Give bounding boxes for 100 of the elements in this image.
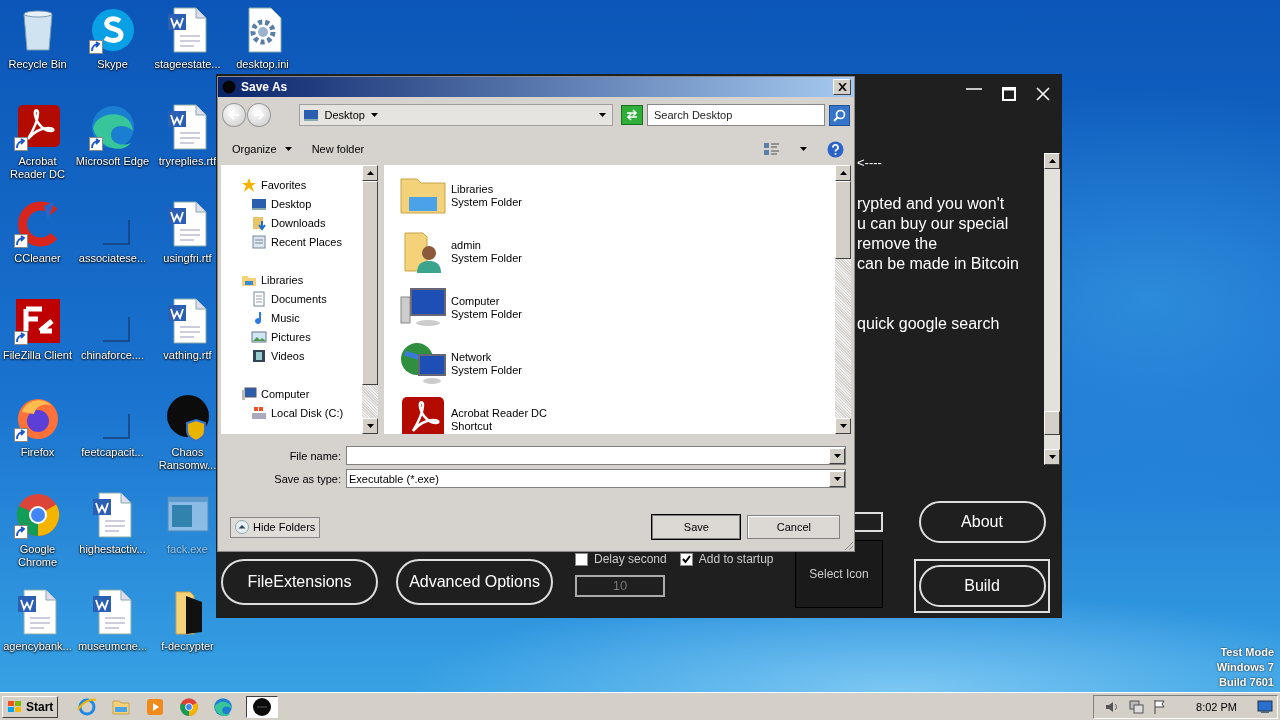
arrow-down-icon[interactable] xyxy=(1048,455,1056,459)
advanced-options-button[interactable]: Advanced Options xyxy=(396,559,553,605)
edge-icon xyxy=(213,696,234,717)
about-button[interactable]: About xyxy=(918,501,1046,543)
desktop-icon-label[interactable]: CCleaner xyxy=(14,252,61,265)
nav-item[interactable]: Downloads xyxy=(251,213,362,232)
view-options-icon[interactable] xyxy=(764,142,780,156)
nav-item[interactable]: Local Disk (C:) xyxy=(251,403,362,422)
save-button[interactable]: Save xyxy=(652,515,741,539)
message-text: remove the xyxy=(857,235,938,252)
address-text: Desktop xyxy=(324,109,365,121)
blank-file-icon xyxy=(103,220,130,245)
downloads-folder-icon xyxy=(251,214,267,231)
file-extensions-button[interactable]: FileExtensions xyxy=(221,559,378,605)
nav-item[interactable]: Pictures xyxy=(251,327,362,346)
scrollbar[interactable] xyxy=(835,165,851,434)
nav-item[interactable]: Computer xyxy=(241,384,362,403)
desktop-icon-label[interactable]: highestactiv... xyxy=(79,543,146,556)
desktop-icon-label[interactable]: Microsoft Edge xyxy=(75,155,150,168)
help-icon[interactable] xyxy=(827,140,844,158)
taskbar-button[interactable] xyxy=(246,695,279,718)
recent-places-icon xyxy=(251,233,267,250)
test-mode-text: Windows 7 xyxy=(1216,660,1274,675)
file-item[interactable]: Network System Folder xyxy=(399,339,835,387)
windows-logo-icon xyxy=(7,699,23,714)
media-player-icon xyxy=(145,696,166,717)
toolbar-button[interactable]: New folder xyxy=(311,143,365,155)
dropdown-caret-icon xyxy=(599,113,607,117)
field-label: Save as type: xyxy=(273,472,341,485)
checkbox[interactable] xyxy=(679,552,693,566)
close-icon[interactable] xyxy=(1036,87,1050,101)
desktop-icon-label[interactable]: Acrobat Reader DC xyxy=(0,155,75,181)
arrow-down-icon[interactable] xyxy=(839,424,847,428)
arrow-up-icon[interactable] xyxy=(366,171,374,175)
desktop-icon xyxy=(302,107,319,123)
desktop-icon-label[interactable]: Recycle Bin xyxy=(8,58,67,71)
build-button[interactable]: Build xyxy=(918,565,1046,607)
nav-item[interactable]: Music xyxy=(251,308,362,327)
desktop-icon-label[interactable]: Skype xyxy=(97,58,128,71)
file-item[interactable]: admin System Folder xyxy=(399,227,835,275)
close-button[interactable] xyxy=(833,79,851,95)
toolbar-button[interactable]: Organize xyxy=(232,143,292,155)
nav-item[interactable]: Videos xyxy=(251,346,362,365)
file-item[interactable]: Computer System Folder xyxy=(399,283,835,331)
search-button[interactable] xyxy=(829,104,850,126)
address-bar[interactable]: Desktop xyxy=(298,104,614,126)
picture-icon xyxy=(251,328,267,345)
desktop-icon-label[interactable]: tryreplies.rtf xyxy=(158,155,217,168)
test-mode-text: Test Mode xyxy=(1220,645,1274,660)
refresh-arrows-icon xyxy=(625,109,640,121)
file-name: Libraries xyxy=(451,182,495,195)
save-type-dropdown[interactable]: Executable (*.exe) xyxy=(346,469,846,488)
scrollbar-thumb[interactable] xyxy=(362,181,378,385)
forward-button[interactable] xyxy=(246,103,271,127)
chaos-app-icon xyxy=(252,696,273,717)
message-text: can be made in Bitcoin xyxy=(857,255,1019,272)
message-text: u can buy our special xyxy=(857,215,1009,232)
desktop-icon-label[interactable]: vathing.rtf xyxy=(163,349,212,362)
desktop-icon-label[interactable]: Firefox xyxy=(20,446,55,459)
desktop-icon-label[interactable]: chinaforce.... xyxy=(81,349,144,362)
search-field[interactable]: Search Desktop xyxy=(647,104,826,126)
nav-item[interactable]: Favorites xyxy=(241,175,362,194)
clock: 8:02 PM xyxy=(1196,700,1237,713)
desktop-icon-label[interactable]: associatese... xyxy=(78,252,147,265)
file-type: Shortcut xyxy=(451,419,493,432)
nav-item[interactable]: Recent Places xyxy=(251,232,362,251)
field-label: File name: xyxy=(288,449,341,462)
file-item[interactable]: Acrobat Reader DC Shortcut xyxy=(399,395,835,434)
chrome-icon xyxy=(179,696,200,717)
maximize-icon[interactable] xyxy=(1002,87,1016,101)
back-button[interactable] xyxy=(222,103,246,127)
hide-folders-button[interactable]: Hide Folders xyxy=(230,516,321,538)
scrollbar[interactable] xyxy=(1044,153,1060,465)
desktop-icon-label[interactable]: usingfri.rtf xyxy=(163,252,212,265)
file-item[interactable]: Libraries System Folder xyxy=(399,171,835,219)
scrollbar-thumb[interactable] xyxy=(1044,411,1060,435)
arrow-down-icon[interactable] xyxy=(366,424,374,428)
window-title: Save As xyxy=(241,80,289,94)
collapse-icon xyxy=(235,520,249,534)
desktop-icon-label[interactable]: desktop.ini xyxy=(236,58,289,71)
nav-item[interactable]: Libraries xyxy=(241,270,362,289)
desktop-icon-label[interactable]: FileZilla Client xyxy=(2,349,73,362)
scrollbar-thumb[interactable] xyxy=(835,181,851,259)
arrow-up-icon[interactable] xyxy=(839,171,847,175)
start-button[interactable]: Start xyxy=(2,695,59,718)
view-caret-icon xyxy=(800,147,807,151)
network-icon[interactable] xyxy=(1128,698,1145,715)
desktop-icon-label[interactable]: feetcapacit... xyxy=(81,446,144,459)
file-type: System Folder xyxy=(451,195,522,208)
arrow-up-icon[interactable] xyxy=(1048,159,1056,163)
cancel-button[interactable]: Cancel xyxy=(747,515,841,539)
file-name-field[interactable] xyxy=(346,446,846,465)
message-text: rypted and you won't xyxy=(857,195,1005,212)
show-desktop-icon[interactable] xyxy=(1257,699,1273,714)
scrollbar[interactable] xyxy=(362,165,378,434)
nav-item[interactable]: Documents xyxy=(251,289,362,308)
file-name: Computer xyxy=(451,294,501,307)
refresh-button[interactable] xyxy=(621,105,643,125)
desktop-icon-label[interactable]: stageestate... xyxy=(154,58,221,71)
nav-item[interactable]: Desktop xyxy=(251,194,362,213)
